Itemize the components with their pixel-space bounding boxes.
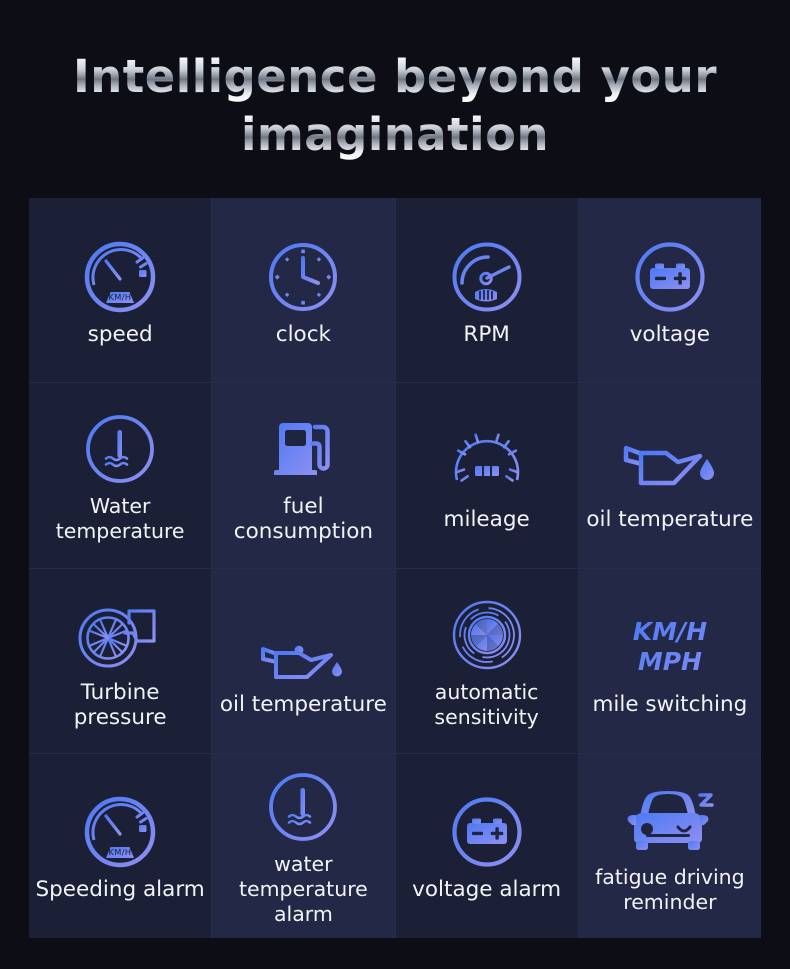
unit-text: KM/H MPH <box>633 604 707 690</box>
feature-cell[interactable]: mileage <box>395 383 578 568</box>
battery-circle-icon <box>447 789 527 875</box>
page-title-line-1: Intelligence beyond your <box>0 48 790 106</box>
fuel-pump-icon <box>274 421 331 476</box>
feature-label: voltage <box>629 321 711 347</box>
feature-label: speed <box>87 321 153 347</box>
sleepy-car-icon <box>627 790 714 850</box>
speedometer-icon: KM/H <box>84 797 156 868</box>
feature-cell[interactable]: oil temperature <box>212 568 395 753</box>
oil-can-thermometer-icon <box>261 611 343 680</box>
water-temperature-icon <box>86 415 155 484</box>
feature-cell[interactable]: KM/H Speeding alarm <box>29 753 212 938</box>
feature-cell[interactable]: Water temperature <box>29 383 212 568</box>
feature-cell[interactable]: automatic sensitivity <box>395 568 578 753</box>
feature-cell[interactable]: KM/H speed <box>29 198 212 383</box>
page-title-line-2: imagination <box>0 106 790 164</box>
feature-label: automatic sensitivity <box>434 679 539 729</box>
feature-cell[interactable]: clock <box>212 198 395 383</box>
tachometer-icon <box>452 242 522 312</box>
feature-label: oil temperature <box>586 506 754 532</box>
fuel-pump-icon <box>263 406 343 492</box>
feature-grid: KM/H speed clock RPM voltage Water tempe… <box>29 198 761 938</box>
feature-label: Speeding alarm <box>35 877 205 903</box>
feature-label: mileage <box>443 506 530 532</box>
svg-text:KM/H: KM/H <box>109 292 132 302</box>
aperture-sensor-icon <box>445 592 529 678</box>
odometer-icon <box>453 431 520 482</box>
page-title: Intelligence beyond your imagination <box>0 48 790 164</box>
clock-icon <box>263 234 343 320</box>
feature-label: oil temperature <box>219 692 387 718</box>
feature-label: Turbine pressure <box>73 679 167 730</box>
water-temperature-icon <box>269 773 338 842</box>
battery-circle-icon <box>630 234 710 320</box>
water-temperature-icon <box>263 764 343 850</box>
feature-cell[interactable]: voltage alarm <box>395 753 578 938</box>
feature-cell[interactable]: KM/H MPH mile switching <box>578 568 761 753</box>
feature-cell[interactable]: fatigue driving reminder <box>578 753 761 938</box>
unit-text: KM/H MPH <box>633 617 707 677</box>
page-root: Intelligence beyond your imagination KM/… <box>0 0 790 969</box>
odometer-icon <box>447 419 527 505</box>
feature-label: fuel consumption <box>233 494 373 545</box>
feature-label: Water temperature <box>55 494 185 544</box>
feature-label: voltage alarm <box>412 877 562 903</box>
oil-can-icon <box>622 419 718 505</box>
turbocharger-icon <box>78 608 156 668</box>
sleepy-car-icon <box>622 777 718 863</box>
battery-circle-icon <box>452 797 522 867</box>
svg-text:KM/H: KM/H <box>109 848 132 858</box>
feature-label: water temperature alarm <box>238 852 368 927</box>
speedometer-icon: KM/H <box>80 789 160 875</box>
aperture-sensor-icon <box>452 600 521 669</box>
battery-circle-icon <box>635 242 705 312</box>
turbocharger-icon <box>74 592 166 678</box>
feature-cell[interactable]: Turbine pressure <box>29 568 212 753</box>
unit-line-2: MPH <box>637 647 702 677</box>
feature-label: fatigue driving reminder <box>595 864 745 914</box>
water-temperature-icon <box>80 406 160 492</box>
feature-label: clock <box>275 321 331 347</box>
oil-can-icon <box>623 434 714 486</box>
unit-line-1: KM/H <box>632 617 708 647</box>
feature-cell[interactable]: fuel consumption <box>212 383 395 568</box>
speedometer-icon: KM/H <box>84 241 156 312</box>
feature-label: mile switching <box>592 692 748 718</box>
tachometer-icon <box>447 234 527 320</box>
feature-cell[interactable]: voltage <box>578 198 761 383</box>
feature-cell[interactable]: water temperature alarm <box>212 753 395 938</box>
feature-label: RPM <box>463 321 510 347</box>
oil-can-thermometer-icon <box>255 604 351 690</box>
clock-icon <box>269 242 338 311</box>
speedometer-icon: KM/H <box>80 234 160 320</box>
feature-cell[interactable]: RPM <box>395 198 578 383</box>
feature-cell[interactable]: oil temperature <box>578 383 761 568</box>
